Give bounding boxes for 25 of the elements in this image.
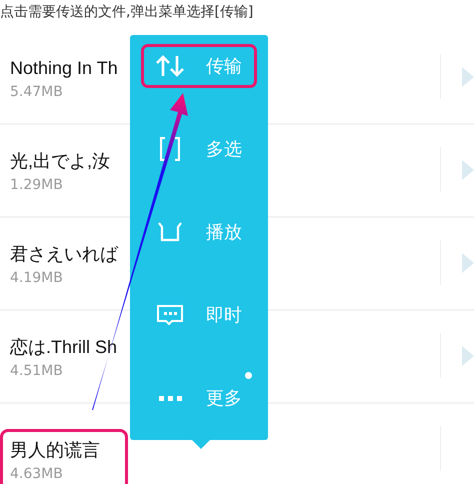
menu-item[interactable]: 即时 <box>141 293 257 337</box>
play-icon[interactable] <box>462 253 474 273</box>
menu-item[interactable]: 多选 <box>141 127 257 171</box>
more-icon <box>158 396 182 400</box>
play-icon[interactable] <box>462 67 474 87</box>
file-title: 恋は.Thrill Sh <box>10 336 118 358</box>
file-size: 4.51MB <box>10 362 64 380</box>
caption: 点击需要传送的文件,弹出菜单选择[传输] <box>0 3 254 22</box>
cup-icon <box>156 220 184 244</box>
play-icon[interactable] <box>462 160 474 180</box>
play-icon[interactable] <box>462 346 474 366</box>
menu-item[interactable]: 播放 <box>141 210 257 254</box>
brackets-icon <box>160 137 180 161</box>
file-size: 5.47MB <box>10 82 64 102</box>
menu-item[interactable]: 更多 <box>141 376 257 420</box>
file-title: 男人的谎言 <box>10 438 100 462</box>
menu-item[interactable]: 传输 <box>141 44 257 88</box>
up-down-arrows-icon <box>156 54 184 78</box>
chat-icon <box>156 303 184 327</box>
file-title: 君さえいれば <box>10 242 118 266</box>
file-size: 4.19MB <box>10 268 64 288</box>
file-title: Nothing In Th <box>10 56 118 80</box>
file-title: 光,出でよ,汝 <box>10 150 110 172</box>
file-size: 4.63MB <box>10 464 64 484</box>
file-size: 1.29MB <box>10 176 64 194</box>
